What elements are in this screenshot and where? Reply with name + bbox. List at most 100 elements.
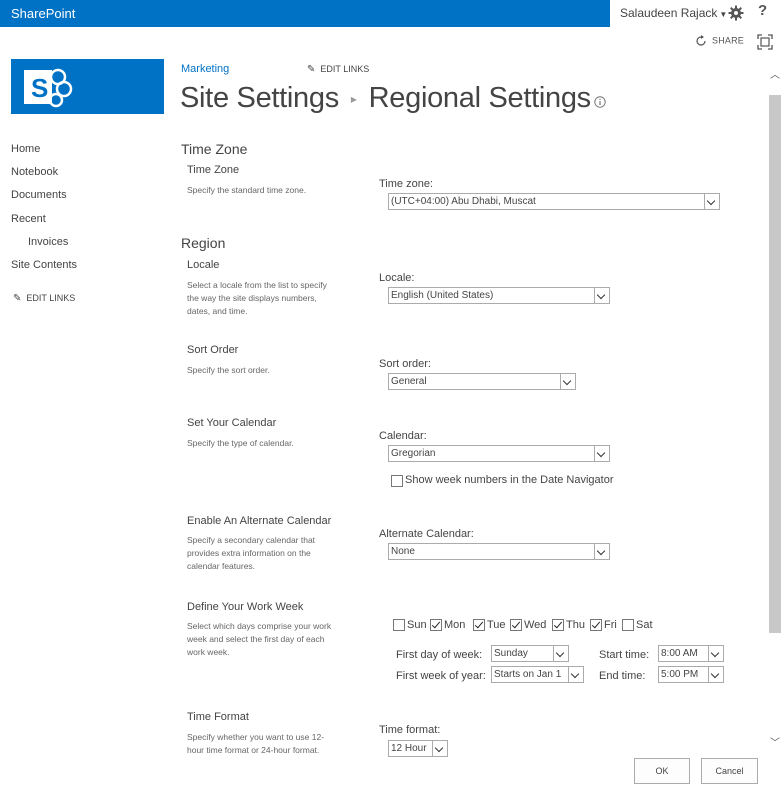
work-week-desc: Select which days comprise your work wee… [187, 620, 357, 659]
time-zone-select[interactable]: (UTC+04:00) Abu Dhabi, Muscat [388, 193, 720, 210]
time-zone-title: Time Zone [187, 164, 240, 176]
chevron-down-icon: ▼ [719, 10, 728, 19]
day-label-wed: Wed [524, 619, 547, 631]
time-format-title: Time Format [187, 711, 249, 723]
first-day-select[interactable]: Sunday [491, 645, 569, 662]
day-checkbox-sat[interactable] [622, 619, 634, 631]
day-checkbox-mon[interactable] [430, 619, 442, 631]
nav-item-notebook[interactable]: Notebook [11, 166, 58, 178]
work-week-desc-line: work week. [187, 647, 230, 657]
user-menu[interactable]: Salaudeen Rajack ▼ [620, 0, 727, 27]
breadcrumb-marketing[interactable]: Marketing [181, 63, 229, 75]
time-format-desc: Specify whether you want to use 12- hour… [187, 731, 357, 757]
work-week-desc-line: Select which days comprise your work [187, 621, 332, 631]
day-checkbox-fri[interactable] [590, 619, 602, 631]
calendar-label: Calendar: [379, 430, 427, 442]
scroll-down-icon[interactable]: ﹀ [768, 734, 782, 749]
pencil-icon: ✎ [307, 64, 316, 75]
chevron-down-icon [594, 288, 609, 303]
page-title: Site Settings ▸ Regional Settings [180, 82, 591, 115]
alt-calendar-desc-line: provides extra information on the [187, 548, 311, 558]
day-checkbox-thu[interactable] [552, 619, 564, 631]
time-zone-value: (UTC+04:00) Abu Dhabi, Muscat [391, 196, 536, 207]
title-regional-settings: Regional Settings [368, 82, 592, 114]
edit-links-top[interactable]: ✎ EDIT LINKS [307, 64, 369, 75]
sort-order-select[interactable]: General [388, 373, 576, 390]
chevron-down-icon [708, 667, 723, 682]
brand-link[interactable]: SharePoint [0, 0, 610, 27]
focus-content-icon[interactable] [757, 34, 773, 50]
locale-select[interactable]: English (United States) [388, 287, 610, 304]
nav-item-home[interactable]: Home [11, 143, 40, 155]
section-heading-time-zone: Time Zone [181, 141, 248, 157]
chevron-down-icon [560, 374, 575, 389]
nav-item-recent[interactable]: Recent [11, 213, 46, 225]
user-name: Salaudeen Rajack [620, 6, 718, 20]
day-label-tue: Tue [487, 619, 506, 631]
edit-links-nav[interactable]: ✎ EDIT LINKS [13, 293, 75, 304]
title-site-settings-link[interactable]: Site Settings [180, 82, 339, 114]
chevron-down-icon [568, 667, 583, 682]
start-time-value: 8:00 AM [661, 648, 698, 659]
nav-item-invoices[interactable]: Invoices [28, 236, 68, 248]
start-time-select[interactable]: 8:00 AM [658, 645, 724, 662]
alt-calendar-value: None [391, 546, 415, 557]
share-button[interactable]: SHARE [695, 35, 744, 51]
edit-links-label: EDIT LINKS [320, 64, 370, 74]
time-format-desc-line: hour time format or 24-hour format. [187, 745, 320, 755]
calendar-title: Set Your Calendar [187, 417, 277, 429]
chevron-down-icon [432, 741, 447, 756]
day-checkbox-tue[interactable] [473, 619, 485, 631]
locale-value: English (United States) [391, 290, 494, 301]
nav-item-documents[interactable]: Documents [11, 189, 67, 201]
time-zone-label: Time zone: [379, 178, 434, 190]
sharepoint-logo-icon: S [24, 68, 73, 108]
calendar-value: Gregorian [391, 448, 436, 459]
nav-item-site-contents[interactable]: Site Contents [11, 259, 77, 271]
day-label-fri: Fri [604, 619, 617, 631]
share-label: SHARE [712, 35, 745, 46]
first-day-value: Sunday [494, 648, 528, 659]
work-week-desc-line: week and select the first day of each [187, 634, 325, 644]
locale-desc-line: Select a locale from the list to specify [187, 280, 327, 290]
end-time-select[interactable]: 5:00 PM [658, 666, 724, 683]
scroll-up-icon[interactable]: ︿ [768, 66, 782, 81]
work-week-title: Define Your Work Week [187, 601, 304, 613]
cancel-button[interactable]: Cancel [701, 758, 758, 784]
locale-label: Locale: [379, 272, 415, 284]
locale-desc-line: dates, and time. [187, 306, 248, 316]
help-icon[interactable]: ? [758, 2, 767, 19]
chevron-down-icon [708, 646, 723, 661]
locale-title: Locale [187, 259, 220, 271]
calendar-desc: Specify the type of calendar. [187, 438, 294, 448]
day-label-sun: Sun [407, 619, 427, 631]
calendar-select[interactable]: Gregorian [388, 445, 610, 462]
share-icon [696, 35, 706, 46]
day-checkbox-wed[interactable] [510, 619, 522, 631]
first-week-select[interactable]: Starts on Jan 1 [491, 666, 584, 683]
sort-order-label: Sort order: [379, 358, 431, 370]
first-week-value: Starts on Jan 1 [494, 669, 562, 680]
day-label-mon: Mon [444, 619, 466, 631]
day-label-thu: Thu [566, 619, 585, 631]
ok-button[interactable]: OK [634, 758, 690, 784]
pencil-icon: ✎ [13, 293, 22, 304]
alt-calendar-select[interactable]: None [388, 543, 610, 560]
scroll-thumb[interactable] [769, 95, 781, 633]
week-numbers-checkbox[interactable] [391, 475, 403, 487]
edit-links-label: EDIT LINKS [26, 293, 76, 303]
time-format-desc-line: Specify whether you want to use 12- [187, 732, 325, 742]
sort-order-desc: Specify the sort order. [187, 365, 270, 375]
day-label-sat: Sat [636, 619, 653, 631]
day-checkbox-sun[interactable] [393, 619, 405, 631]
chevron-down-icon [704, 194, 719, 209]
time-format-select[interactable]: 12 Hour [388, 740, 448, 757]
time-format-label: Time format: [379, 724, 441, 736]
first-day-label: First day of week: [396, 649, 483, 661]
locale-desc-line: the way the site displays numbers, [187, 293, 317, 303]
info-icon[interactable] [594, 96, 606, 108]
site-logo[interactable]: S [11, 59, 164, 114]
time-format-value: 12 Hour [391, 743, 427, 754]
gear-icon[interactable] [728, 5, 744, 21]
alt-calendar-desc: Specify a secondary calendar that provid… [187, 534, 357, 573]
